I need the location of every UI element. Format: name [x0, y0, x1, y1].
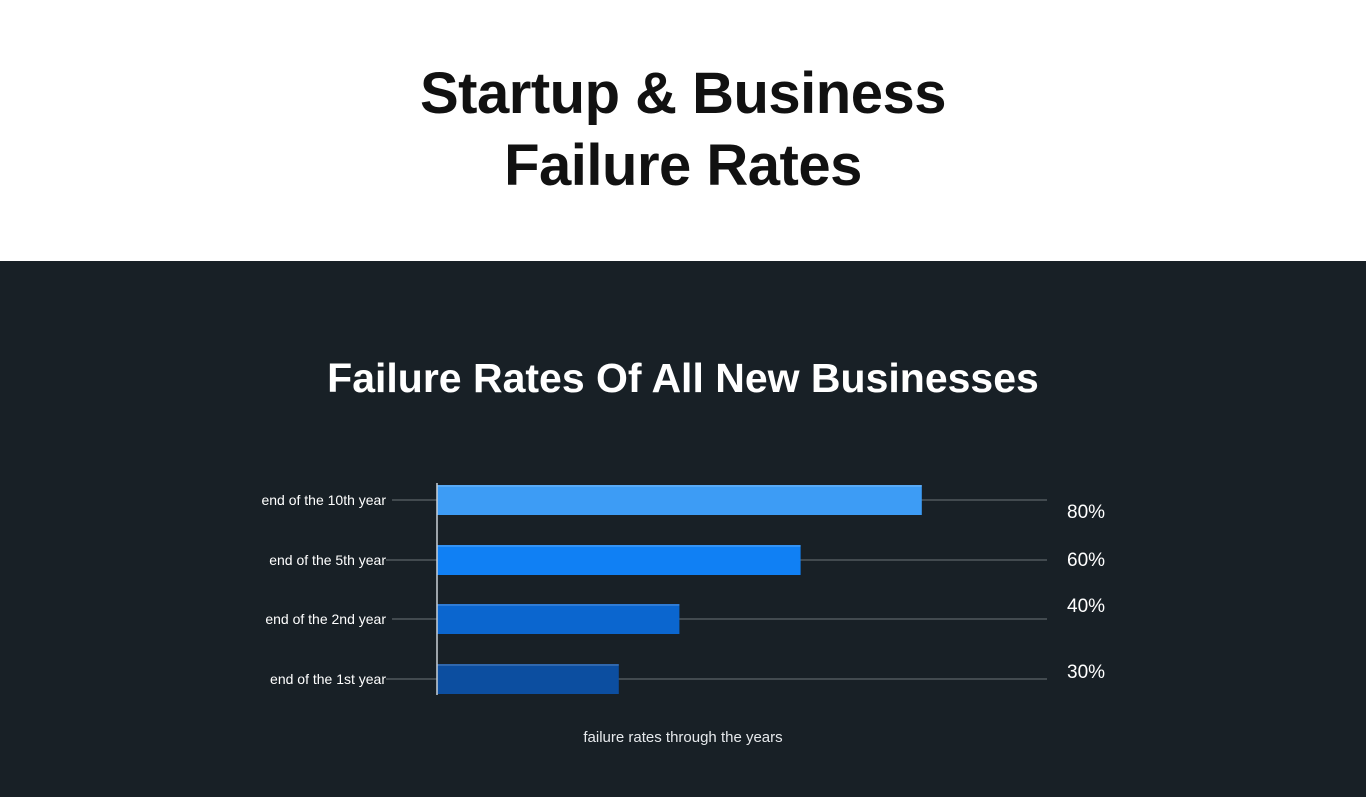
chart-title: Failure Rates Of All New Businesses: [327, 355, 1039, 401]
bar-highlight: [437, 664, 619, 666]
value-label: 60%: [1067, 550, 1105, 571]
bar-highlight: [437, 604, 680, 606]
bar: [437, 545, 801, 575]
value-label: 40%: [1067, 596, 1105, 617]
bar-highlight: [437, 545, 801, 547]
category-label: end of the 10th year: [261, 492, 386, 508]
bar: [437, 664, 619, 694]
bar: [437, 604, 680, 634]
category-label: end of the 5th year: [269, 552, 386, 568]
category-label: end of the 1st year: [270, 671, 386, 687]
value-label: 80%: [1067, 502, 1105, 523]
bar: [437, 485, 922, 515]
category-label: end of the 2nd year: [265, 611, 386, 627]
chart-caption: failure rates through the years: [583, 729, 783, 746]
value-label: 30%: [1067, 662, 1105, 683]
bar-highlight: [437, 485, 922, 487]
